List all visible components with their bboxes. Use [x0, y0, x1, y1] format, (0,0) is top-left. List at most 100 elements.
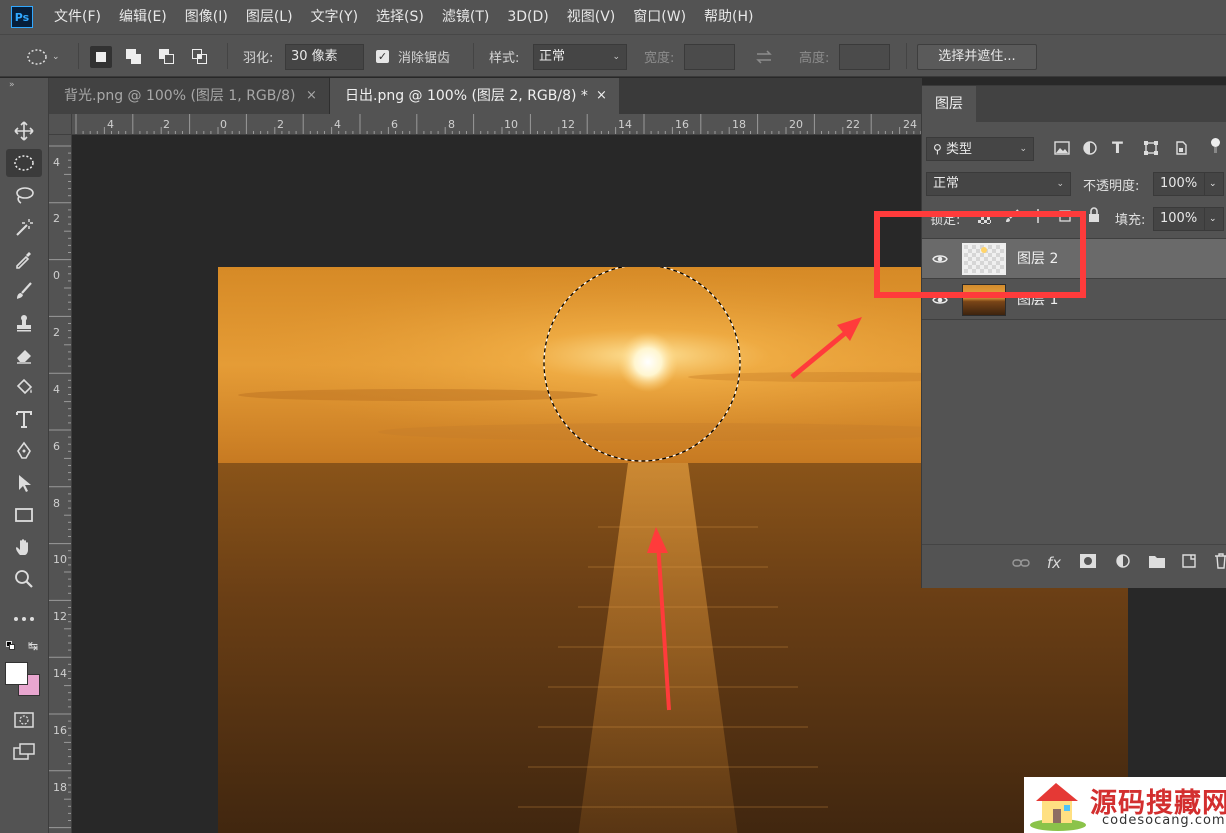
quick-mask-icon[interactable]	[6, 706, 42, 734]
filter-shape-icon[interactable]	[1144, 141, 1158, 159]
eraser-tool-icon[interactable]	[6, 341, 42, 369]
ruler-label: 16	[53, 724, 67, 737]
new-layer-icon[interactable]	[1179, 553, 1199, 573]
opacity-input[interactable]: 100%	[1153, 172, 1208, 196]
filter-toggle[interactable]	[1211, 138, 1220, 154]
collapse-toolbox-icon[interactable]: »	[9, 80, 15, 90]
house-logo-icon	[1030, 783, 1086, 831]
zoom-tool-icon[interactable]	[6, 565, 42, 593]
eyedropper-tool-icon[interactable]	[6, 245, 42, 273]
ruler-label: 14	[618, 118, 632, 131]
menu-file[interactable]: 文件(F)	[45, 0, 110, 34]
hand-tool-icon[interactable]	[6, 533, 42, 561]
antialias-checkbox[interactable]: ✓	[376, 50, 389, 63]
style-select[interactable]: 正常 ⌄	[533, 44, 627, 70]
magic-wand-tool-icon[interactable]	[6, 213, 42, 241]
menu-layer[interactable]: 图层(L)	[237, 0, 302, 34]
feather-input[interactable]: 30 像素	[285, 44, 364, 70]
menu-window[interactable]: 窗口(W)	[624, 0, 695, 34]
horizontal-ruler[interactable]: 4 2 0 2 4 6 8 10 12 14 16 18 20 22 24	[72, 114, 922, 135]
ruler-label: 8	[53, 497, 60, 510]
fill-label: 填充:	[1115, 213, 1146, 228]
ruler-label: 2	[277, 118, 284, 131]
layer-style-fx-icon[interactable]: fx	[1044, 553, 1064, 573]
rectangle-tool-icon[interactable]	[6, 501, 42, 529]
filter-adjustment-icon[interactable]	[1083, 141, 1097, 159]
height-input[interactable]	[839, 44, 890, 70]
stamp-tool-icon[interactable]	[6, 309, 42, 337]
lasso-tool-icon[interactable]	[6, 181, 42, 209]
ruler-label: 18	[732, 118, 746, 131]
chevron-down-icon: ⌄	[1056, 179, 1064, 189]
ruler-label: 4	[53, 156, 60, 169]
divider	[473, 43, 474, 69]
menu-bar: Ps 文件(F) 编辑(E) 图像(I) 图层(L) 文字(Y) 选择(S) 滤…	[0, 0, 1226, 34]
menu-3d[interactable]: 3D(D)	[498, 0, 557, 34]
intersect-selection-button[interactable]	[189, 46, 211, 68]
tab-layers[interactable]: 图层	[922, 86, 976, 122]
menu-select[interactable]: 选择(S)	[367, 0, 433, 34]
ruler-label: 8	[448, 118, 455, 131]
elliptical-marquee-tool-icon[interactable]	[6, 149, 42, 177]
ruler-label: 4	[53, 383, 60, 396]
new-selection-button[interactable]	[90, 46, 112, 68]
document-tab-bar: 背光.png @ 100% (图层 1, RGB/8) × 日出.png @ 1…	[49, 78, 922, 114]
add-to-selection-button[interactable]	[123, 46, 145, 68]
add-mask-icon[interactable]	[1078, 553, 1098, 573]
filter-type-select[interactable]: ⚲ 类型 ⌄	[926, 137, 1034, 161]
tab-backlight[interactable]: 背光.png @ 100% (图层 1, RGB/8) ×	[49, 78, 330, 114]
ruler-origin[interactable]	[49, 114, 72, 135]
new-group-icon[interactable]	[1147, 553, 1167, 573]
foreground-color-swatch[interactable]	[5, 662, 28, 685]
default-colors-icon[interactable]	[6, 641, 15, 650]
menu-filter[interactable]: 滤镜(T)	[433, 0, 498, 34]
toolbox: » ↹	[0, 78, 49, 833]
vertical-ruler[interactable]: 4 2 0 2 4 6 8 10 12 14 16 18	[49, 135, 72, 833]
ruler-label: 2	[53, 212, 60, 225]
move-tool-icon[interactable]	[6, 117, 42, 145]
width-input[interactable]	[684, 44, 735, 70]
opacity-label: 不透明度:	[1083, 179, 1140, 194]
chevron-down-icon: ⌄	[612, 52, 620, 62]
photoshop-logo[interactable]: Ps	[11, 6, 33, 28]
menu-type[interactable]: 文字(Y)	[302, 0, 367, 34]
opacity-dropdown[interactable]: ⌄	[1204, 172, 1224, 196]
elliptical-marquee-icon	[27, 48, 47, 65]
close-icon[interactable]: ×	[306, 78, 317, 114]
menu-edit[interactable]: 编辑(E)	[110, 0, 176, 34]
fill-input[interactable]: 100%	[1153, 207, 1208, 231]
lock-all-icon[interactable]	[1087, 207, 1101, 227]
fill-dropdown[interactable]: ⌄	[1204, 207, 1224, 231]
tool-preset-picker[interactable]: ⌄	[26, 35, 60, 78]
more-tools-icon[interactable]	[6, 605, 42, 633]
path-selection-tool-icon[interactable]	[6, 469, 42, 497]
delete-layer-icon[interactable]	[1211, 553, 1226, 573]
filter-pixel-icon[interactable]	[1054, 141, 1070, 159]
filter-type-icon[interactable]: T	[1112, 138, 1123, 157]
tab-label: 日出.png @ 100% (图层 2, RGB/8) *	[345, 88, 588, 104]
filter-smart-object-icon[interactable]	[1174, 141, 1188, 159]
tab-sunrise[interactable]: 日出.png @ 100% (图层 2, RGB/8) * ×	[330, 78, 619, 114]
ruler-label: 12	[561, 118, 575, 131]
ruler-label: 4	[107, 118, 114, 131]
menu-image[interactable]: 图像(I)	[176, 0, 237, 34]
new-adjustment-layer-icon[interactable]	[1113, 553, 1133, 573]
paint-bucket-tool-icon[interactable]	[6, 373, 42, 401]
pen-tool-icon[interactable]	[6, 437, 42, 465]
swap-colors-icon[interactable]: ↹	[28, 639, 38, 653]
blend-mode-select[interactable]: 正常 ⌄	[926, 172, 1071, 196]
ruler-label: 4	[334, 118, 341, 131]
annotation-highlight-box	[874, 211, 1086, 298]
ruler-label: 20	[789, 118, 803, 131]
swap-dimensions-icon[interactable]	[754, 35, 774, 78]
link-layers-icon[interactable]	[1011, 553, 1031, 573]
brush-tool-icon[interactable]	[6, 277, 42, 305]
width-label: 宽度:	[644, 51, 675, 66]
screen-mode-icon[interactable]	[6, 738, 42, 766]
type-tool-icon[interactable]	[6, 405, 42, 433]
close-icon[interactable]: ×	[596, 78, 607, 114]
subtract-from-selection-button[interactable]	[156, 46, 178, 68]
menu-help[interactable]: 帮助(H)	[695, 0, 762, 34]
select-and-mask-button[interactable]: 选择并遮住...	[917, 44, 1037, 70]
menu-view[interactable]: 视图(V)	[558, 0, 625, 34]
